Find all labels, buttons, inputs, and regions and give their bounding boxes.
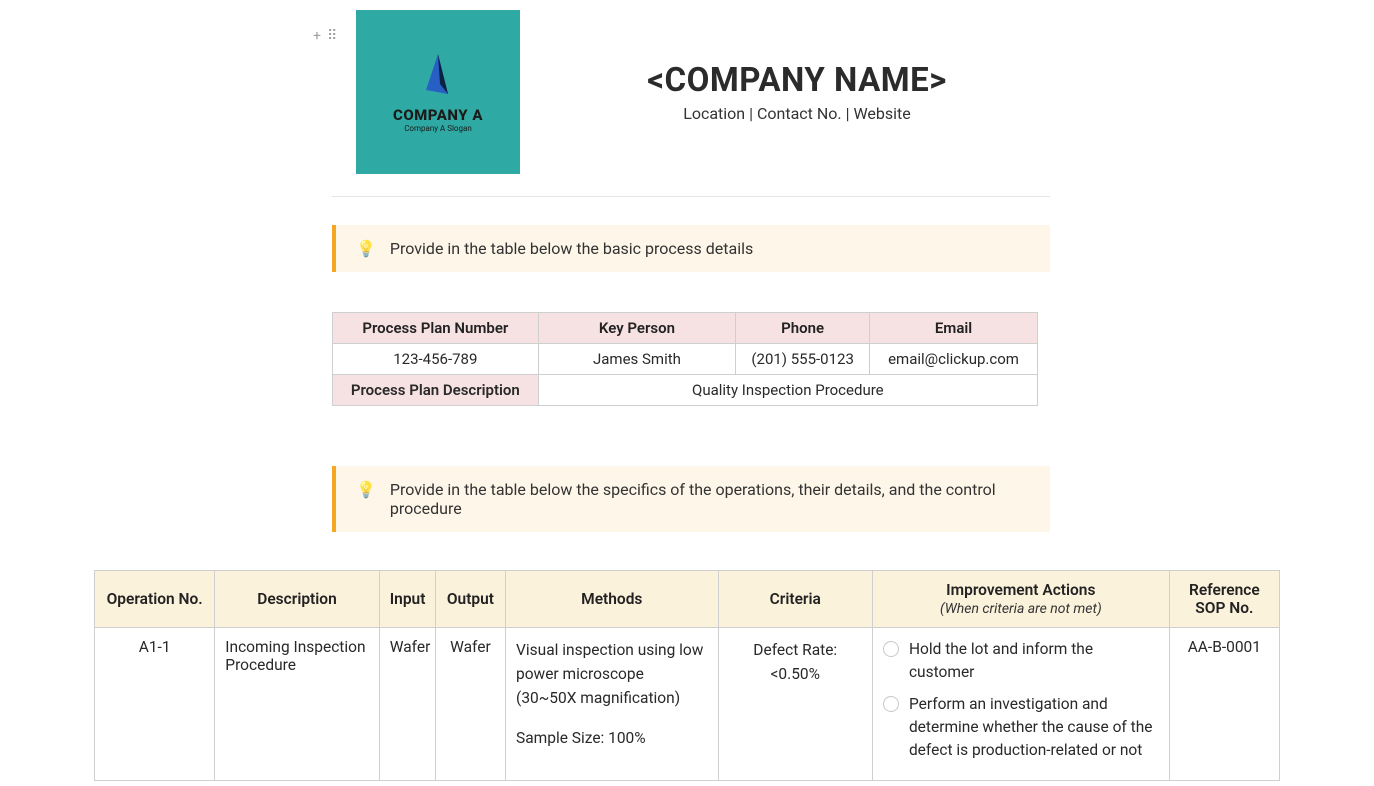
td-output[interactable]: Wafer <box>435 628 505 781</box>
table-row: A1-1 Incoming Inspection Procedure Wafer… <box>95 628 1280 781</box>
methods-line2: Sample Size: 100% <box>516 726 708 750</box>
page-subtitle: Location | Contact No. | Website <box>544 104 1050 123</box>
td-phone[interactable]: (201) 555-0123 <box>736 344 870 375</box>
process-details-table: Process Plan Number Key Person Phone Ema… <box>332 312 1038 406</box>
methods-line1: Visual inspection using low power micros… <box>516 638 708 710</box>
callout-text: Provide in the table below the specifics… <box>390 480 1030 518</box>
lightbulb-icon: 💡 <box>356 239 376 258</box>
th-plan-number: Process Plan Number <box>333 313 539 344</box>
td-op-no[interactable]: A1-1 <box>95 628 215 781</box>
td-description[interactable]: Incoming Inspection Procedure <box>215 628 379 781</box>
th-description: Description <box>215 571 379 628</box>
th-reference: Reference SOP No. <box>1169 571 1279 628</box>
th-plan-description: Process Plan Description <box>333 375 539 406</box>
th-improvement-main: Improvement Actions <box>946 581 1095 599</box>
lightbulb-icon: 💡 <box>356 480 376 499</box>
th-key-person: Key Person <box>538 313 736 344</box>
logo-company-name: COMPANY A <box>393 106 483 124</box>
radio-icon[interactable] <box>883 696 899 712</box>
logo-mark-icon <box>418 52 458 102</box>
td-input[interactable]: Wafer <box>379 628 435 781</box>
list-item: Hold the lot and inform the customer <box>883 638 1159 685</box>
action-text: Hold the lot and inform the customer <box>909 638 1159 685</box>
criteria-line1: Defect Rate: <box>729 638 862 662</box>
callout-process-details: 💡 Provide in the table below the basic p… <box>332 225 1050 272</box>
drag-handle-icon[interactable]: ⠿ <box>327 28 337 44</box>
page-title: <COMPANY NAME> <box>544 61 1050 100</box>
th-improvement-sub: (When criteria are not met) <box>883 601 1159 617</box>
action-text: Perform an investigation and determine w… <box>909 693 1159 763</box>
td-methods[interactable]: Visual inspection using low power micros… <box>506 628 719 781</box>
th-improvement: Improvement Actions (When criteria are n… <box>872 571 1169 628</box>
logo-slogan: Company A Slogan <box>404 124 472 133</box>
td-reference[interactable]: AA-B-0001 <box>1169 628 1279 781</box>
th-methods: Methods <box>506 571 719 628</box>
th-operation-no: Operation No. <box>95 571 215 628</box>
td-email[interactable]: email@clickup.com <box>870 344 1038 375</box>
list-item: Perform an investigation and determine w… <box>883 693 1159 763</box>
callout-operations: 💡 Provide in the table below the specifi… <box>332 466 1050 532</box>
block-controls: + ⠿ <box>313 28 337 44</box>
td-plan-description[interactable]: Quality Inspection Procedure <box>538 375 1037 406</box>
criteria-line2: <0.50% <box>729 662 862 686</box>
td-key-person[interactable]: James Smith <box>538 344 736 375</box>
header-area: COMPANY A Company A Slogan <COMPANY NAME… <box>356 10 1050 174</box>
th-output: Output <box>435 571 505 628</box>
callout-text: Provide in the table below the basic pro… <box>390 239 753 258</box>
company-logo: COMPANY A Company A Slogan <box>356 10 520 174</box>
add-block-icon[interactable]: + <box>313 28 321 44</box>
td-plan-number[interactable]: 123-456-789 <box>333 344 539 375</box>
th-email: Email <box>870 313 1038 344</box>
th-phone: Phone <box>736 313 870 344</box>
th-criteria: Criteria <box>718 571 872 628</box>
operations-table: Operation No. Description Input Output M… <box>94 570 1280 781</box>
divider <box>332 196 1050 197</box>
td-criteria[interactable]: Defect Rate: <0.50% <box>718 628 872 781</box>
radio-icon[interactable] <box>883 641 899 657</box>
document-page: + ⠿ COMPANY A Company A Slogan <COMPANY … <box>0 10 1374 781</box>
th-input: Input <box>379 571 435 628</box>
td-improvement[interactable]: Hold the lot and inform the customer Per… <box>872 628 1169 781</box>
